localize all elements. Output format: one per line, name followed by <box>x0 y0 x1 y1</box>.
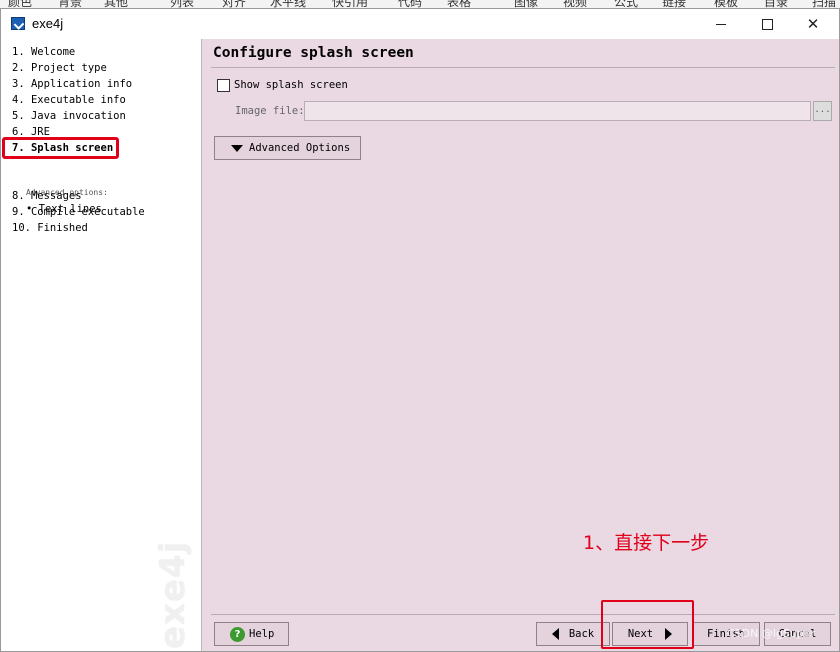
toolbar-item[interactable]: 目录 <box>764 0 788 8</box>
csdn-watermark: CSDN @lgSuper <box>727 627 816 640</box>
annotation-text: 1、直接下一步 <box>583 532 710 554</box>
step-java-invocation[interactable]: 5. Java invocation <box>12 109 126 123</box>
show-splash-label[interactable]: Show splash screen <box>234 79 348 91</box>
watermark-text: exe4j <box>153 540 193 649</box>
page-title: Configure splash screen <box>213 45 414 61</box>
advanced-options-button[interactable]: Advanced Options <box>214 136 361 160</box>
toolbar-item[interactable]: 水平线 <box>270 0 306 8</box>
divider <box>211 67 835 68</box>
toolbar-item[interactable]: 列表 <box>170 0 194 8</box>
back-button-label: Back <box>568 628 595 640</box>
image-file-input[interactable] <box>304 101 811 121</box>
close-button[interactable]: ✕ <box>790 9 836 39</box>
toolbar-item[interactable]: 视频 <box>563 0 587 8</box>
step-application-info[interactable]: 3. Application info <box>12 77 132 91</box>
step-welcome[interactable]: 1. Welcome <box>12 45 75 59</box>
toolbar-item[interactable]: 模板 <box>714 0 738 8</box>
show-splash-checkbox[interactable] <box>217 79 230 92</box>
toolbar-item[interactable]: 对齐 <box>222 0 246 8</box>
chevron-down-icon <box>231 144 243 152</box>
title-bar[interactable]: exe4j ✕ <box>1 9 839 39</box>
divider <box>211 614 835 615</box>
help-icon: ? <box>230 626 245 642</box>
annotation-highlight-box <box>2 137 119 159</box>
exe4j-window: exe4j ✕ 1. Welcome 2. Project type 3. Ap… <box>0 8 840 652</box>
back-button[interactable]: Back <box>536 622 610 646</box>
arrow-left-icon <box>551 628 559 640</box>
exe4j-app-icon <box>11 17 25 30</box>
toolbar-item[interactable]: 其他 <box>104 0 128 8</box>
annotation-highlight-box <box>601 600 694 649</box>
toolbar-item[interactable]: 扫描 <box>812 0 836 8</box>
step-messages[interactable]: 8. Messages <box>12 189 82 203</box>
editor-toolbar-strip: 颜色 背景 其他 列表 对齐 水平线 快引用 代码 表格 图像 视频 公式 链接… <box>0 0 840 8</box>
exe4j-watermark: exe4j <box>153 539 193 649</box>
image-file-label: Image file: <box>235 105 305 117</box>
maximize-button[interactable] <box>744 9 790 39</box>
window-title: exe4j <box>32 16 64 31</box>
help-button-label: Help <box>249 628 275 640</box>
step-finished[interactable]: 10. Finished <box>12 221 88 235</box>
help-button[interactable]: ? Help <box>214 622 289 646</box>
minimize-button[interactable] <box>698 9 744 39</box>
main-panel: Configure splash screen Show splash scre… <box>203 39 839 651</box>
toolbar-item[interactable]: 链接 <box>662 0 686 8</box>
toolbar-item[interactable]: 背景 <box>58 0 82 8</box>
step-compile-executable[interactable]: 9. Compile executable <box>12 205 145 219</box>
toolbar-item[interactable]: 快引用 <box>332 0 368 8</box>
browse-button[interactable]: ... <box>813 101 832 121</box>
step-executable-info[interactable]: 4. Executable info <box>12 93 126 107</box>
toolbar-item[interactable]: 公式 <box>614 0 638 8</box>
toolbar-item[interactable]: 颜色 <box>8 0 32 8</box>
toolbar-item[interactable]: 图像 <box>514 0 538 8</box>
toolbar-item[interactable]: 代码 <box>398 0 422 8</box>
step-project-type[interactable]: 2. Project type <box>12 61 107 75</box>
wizard-steps-sidebar: 1. Welcome 2. Project type 3. Applicatio… <box>1 39 202 651</box>
advanced-options-button-label: Advanced Options <box>249 142 351 154</box>
toolbar-item[interactable]: 表格 <box>447 0 471 8</box>
